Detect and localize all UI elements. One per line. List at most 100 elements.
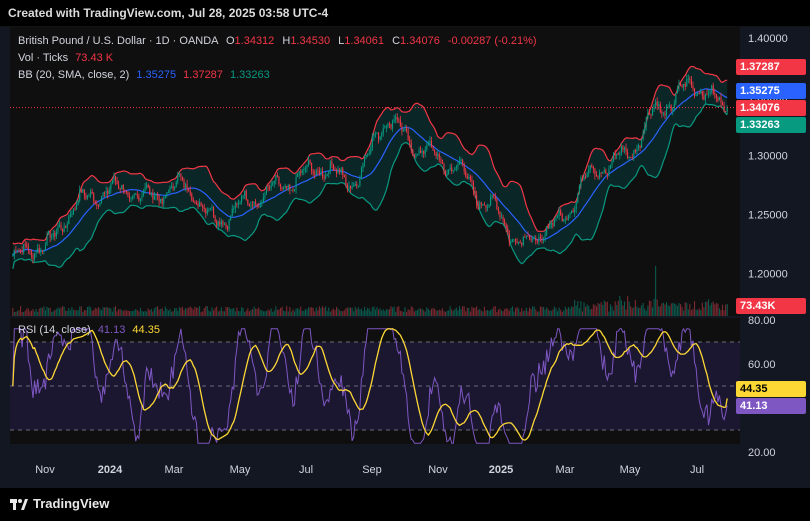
candle-body bbox=[665, 106, 668, 116]
volume-bar bbox=[317, 310, 319, 316]
volume-bar bbox=[236, 307, 238, 316]
candle-body bbox=[298, 171, 300, 175]
candle-body bbox=[572, 210, 574, 213]
volume-bar bbox=[206, 306, 208, 316]
volume-bar bbox=[220, 307, 222, 316]
volume-bar bbox=[153, 308, 155, 316]
volume-bar bbox=[227, 307, 229, 316]
volume-bar bbox=[658, 306, 660, 316]
volume-bar bbox=[167, 310, 169, 316]
volume-bar bbox=[712, 301, 714, 316]
volume-bar bbox=[60, 307, 62, 316]
candle-body bbox=[561, 214, 563, 222]
candle-body bbox=[597, 176, 599, 178]
candle-body bbox=[192, 200, 194, 203]
volume-bar bbox=[293, 311, 296, 316]
candle-body bbox=[535, 237, 537, 241]
volume-bar bbox=[174, 308, 176, 316]
candle-body bbox=[569, 212, 571, 215]
candle-body bbox=[195, 203, 197, 205]
volume-bar bbox=[76, 310, 78, 316]
candle-body bbox=[295, 176, 297, 190]
candle-body bbox=[623, 147, 626, 150]
volume-bar bbox=[80, 306, 82, 316]
volume-bar bbox=[253, 306, 255, 316]
candle-body bbox=[62, 228, 64, 232]
volume-bar bbox=[455, 307, 457, 316]
volume-bar bbox=[295, 308, 297, 316]
candle-body bbox=[530, 238, 532, 241]
volume-bar bbox=[536, 311, 538, 316]
volume-bar bbox=[689, 304, 691, 316]
volume-bar bbox=[435, 310, 437, 316]
candle-body bbox=[138, 195, 140, 201]
candle-body bbox=[466, 176, 468, 179]
volume-bar bbox=[480, 310, 482, 316]
time-tick-label: Nov bbox=[35, 464, 55, 476]
volume-bar bbox=[675, 304, 677, 316]
volume-bar bbox=[549, 310, 551, 316]
volume-bar bbox=[384, 310, 386, 316]
rsi-ma-value: 44.35 bbox=[132, 324, 160, 336]
volume-bar bbox=[21, 311, 23, 316]
volume-bar bbox=[248, 311, 250, 316]
candle-body bbox=[155, 193, 157, 196]
volume-bar bbox=[300, 306, 302, 316]
candle-body bbox=[343, 175, 345, 177]
candle-body bbox=[662, 113, 664, 114]
candle-body bbox=[326, 173, 328, 176]
volume-bar bbox=[359, 309, 361, 316]
volume-bar bbox=[133, 310, 135, 316]
candle-body bbox=[642, 132, 644, 140]
candle-body bbox=[609, 165, 612, 170]
volume-bar bbox=[189, 306, 191, 316]
volume-bar bbox=[83, 310, 85, 316]
volume-bar bbox=[704, 301, 706, 316]
candle-body bbox=[297, 174, 299, 177]
volume-bar bbox=[401, 311, 403, 316]
candle-body bbox=[513, 239, 515, 241]
volume-bar bbox=[72, 309, 75, 316]
volume-bar bbox=[665, 302, 668, 316]
tradingview-logo-text: TradingView bbox=[33, 496, 110, 511]
volume-bar bbox=[725, 304, 727, 316]
volume-bar bbox=[714, 304, 716, 316]
candle-body bbox=[340, 168, 342, 172]
tradingview-logo[interactable]: TradingView bbox=[10, 496, 109, 511]
volume-bar bbox=[108, 307, 110, 316]
candle-body bbox=[653, 105, 655, 109]
volume-bar bbox=[121, 309, 123, 316]
candle-body bbox=[703, 95, 705, 100]
candle-body bbox=[395, 117, 397, 120]
candle-body bbox=[71, 213, 73, 215]
volume-bar bbox=[613, 310, 615, 316]
candle-body bbox=[421, 150, 423, 153]
volume-bar bbox=[356, 308, 358, 316]
candle-body bbox=[549, 224, 551, 229]
volume-bar bbox=[323, 307, 325, 316]
volume-bar bbox=[200, 311, 202, 316]
volume-bar bbox=[619, 296, 621, 316]
footer-bar bbox=[0, 488, 810, 521]
volume-bar bbox=[144, 311, 146, 316]
volume-bar bbox=[292, 309, 294, 316]
candle-body bbox=[141, 195, 143, 199]
volume-bar bbox=[502, 311, 504, 316]
volume-bar bbox=[722, 304, 724, 316]
candle-body bbox=[205, 208, 207, 214]
volume-bar bbox=[486, 309, 489, 316]
volume-bar bbox=[94, 307, 96, 316]
candle-body bbox=[227, 226, 229, 230]
volume-bar bbox=[262, 311, 264, 316]
volume-bar bbox=[52, 311, 54, 316]
volume-bar bbox=[147, 308, 149, 316]
bb-upper-value: 1.37287 bbox=[183, 69, 223, 81]
candle-body bbox=[415, 154, 417, 158]
volume-bar bbox=[398, 306, 400, 316]
volume-bar bbox=[491, 308, 493, 316]
candle-body bbox=[219, 221, 221, 225]
candle-body bbox=[259, 203, 261, 208]
candle-body bbox=[648, 112, 650, 115]
candle-body bbox=[183, 179, 185, 188]
candle-body bbox=[430, 140, 433, 147]
